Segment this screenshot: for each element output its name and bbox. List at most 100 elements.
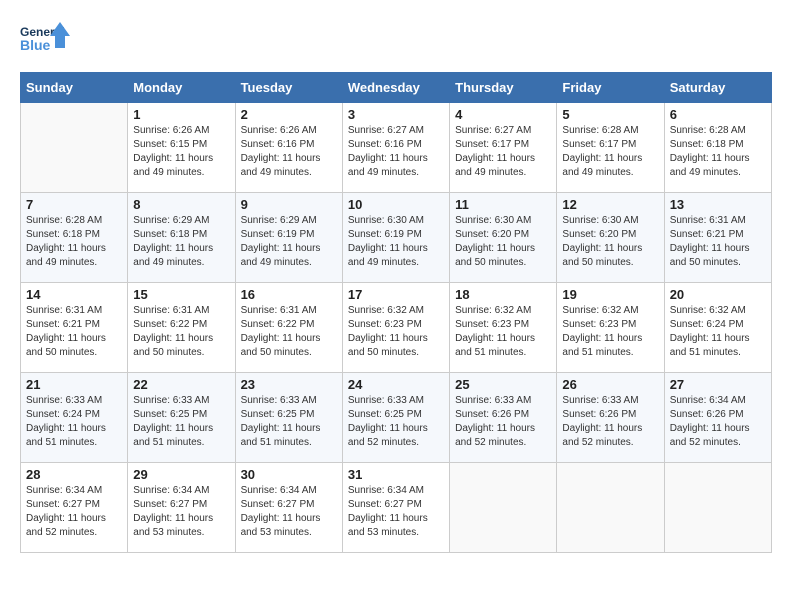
weekday-header-row: SundayMondayTuesdayWednesdayThursdayFrid… bbox=[21, 73, 772, 103]
day-number: 4 bbox=[455, 107, 551, 122]
calendar-cell: 29 Sunrise: 6:34 AMSunset: 6:27 PMDayligh… bbox=[128, 463, 235, 553]
day-info: Sunrise: 6:34 AMSunset: 6:27 PMDaylight:… bbox=[26, 484, 122, 540]
day-info: Sunrise: 6:30 AMSunset: 6:20 PMDaylight:… bbox=[455, 214, 551, 270]
calendar-cell: 11 Sunrise: 6:30 AMSunset: 6:20 PMDayligh… bbox=[450, 193, 557, 283]
svg-text:Blue: Blue bbox=[20, 37, 51, 53]
calendar-cell: 24Sunrise: 6:33 AMSunset: 6:25 PMDayligh… bbox=[342, 373, 449, 463]
day-info: Sunrise: 6:34 AMSunset: 6:27 PMDaylight:… bbox=[133, 484, 229, 540]
calendar-cell: 17Sunrise: 6:32 AMSunset: 6:23 PMDayligh… bbox=[342, 283, 449, 373]
day-number: 8 bbox=[133, 197, 229, 212]
day-number: 11 bbox=[455, 197, 551, 212]
day-info: Sunrise: 6:27 AMSunset: 6:17 PMDaylight:… bbox=[455, 124, 551, 180]
day-number: 12 bbox=[562, 197, 658, 212]
day-info: Sunrise: 6:32 AMSunset: 6:24 PMDaylight:… bbox=[670, 304, 766, 360]
day-number: 1 bbox=[133, 107, 229, 122]
day-info: Sunrise: 6:32 AMSunset: 6:23 PMDaylight:… bbox=[348, 304, 444, 360]
day-info: Sunrise: 6:33 AMSunset: 6:24 PMDaylight:… bbox=[26, 394, 122, 450]
day-number: 23 bbox=[241, 377, 337, 392]
day-number: 26 bbox=[562, 377, 658, 392]
calendar-cell: 6 Sunrise: 6:28 AMSunset: 6:18 PMDaylight… bbox=[664, 103, 771, 193]
calendar-cell: 9 Sunrise: 6:29 AMSunset: 6:19 PMDaylight… bbox=[235, 193, 342, 283]
calendar-cell: 15 Sunrise: 6:31 AMSunset: 6:22 PMDayligh… bbox=[128, 283, 235, 373]
calendar-cell: 31Sunrise: 6:34 AMSunset: 6:27 PMDayligh… bbox=[342, 463, 449, 553]
day-number: 6 bbox=[670, 107, 766, 122]
day-info: Sunrise: 6:30 AMSunset: 6:20 PMDaylight:… bbox=[562, 214, 658, 270]
calendar-cell: 5Sunrise: 6:28 AMSunset: 6:17 PMDaylight… bbox=[557, 103, 664, 193]
day-info: Sunrise: 6:31 AMSunset: 6:22 PMDaylight:… bbox=[133, 304, 229, 360]
calendar-cell bbox=[450, 463, 557, 553]
day-info: Sunrise: 6:28 AMSunset: 6:17 PMDaylight:… bbox=[562, 124, 658, 180]
day-number: 30 bbox=[241, 467, 337, 482]
calendar-week-4: 21Sunrise: 6:33 AMSunset: 6:24 PMDayligh… bbox=[21, 373, 772, 463]
day-info: Sunrise: 6:34 AMSunset: 6:26 PMDaylight:… bbox=[670, 394, 766, 450]
day-number: 3 bbox=[348, 107, 444, 122]
day-info: Sunrise: 6:32 AMSunset: 6:23 PMDaylight:… bbox=[455, 304, 551, 360]
calendar-cell: 7 Sunrise: 6:28 AMSunset: 6:18 PMDaylight… bbox=[21, 193, 128, 283]
calendar-cell: 28 Sunrise: 6:34 AMSunset: 6:27 PMDayligh… bbox=[21, 463, 128, 553]
logo: General Blue bbox=[20, 20, 70, 62]
calendar-cell: 3 Sunrise: 6:27 AMSunset: 6:16 PMDaylight… bbox=[342, 103, 449, 193]
calendar-cell: 1 Sunrise: 6:26 AMSunset: 6:15 PMDaylight… bbox=[128, 103, 235, 193]
calendar-cell: 8 Sunrise: 6:29 AMSunset: 6:18 PMDaylight… bbox=[128, 193, 235, 283]
weekday-sunday: Sunday bbox=[21, 73, 128, 103]
calendar-cell: 4 Sunrise: 6:27 AMSunset: 6:17 PMDaylight… bbox=[450, 103, 557, 193]
calendar-header: SundayMondayTuesdayWednesdayThursdayFrid… bbox=[21, 73, 772, 103]
day-info: Sunrise: 6:33 AMSunset: 6:25 PMDaylight:… bbox=[241, 394, 337, 450]
day-info: Sunrise: 6:30 AMSunset: 6:19 PMDaylight:… bbox=[348, 214, 444, 270]
calendar-cell: 19 Sunrise: 6:32 AMSunset: 6:23 PMDayligh… bbox=[557, 283, 664, 373]
calendar-cell: 30 Sunrise: 6:34 AMSunset: 6:27 PMDayligh… bbox=[235, 463, 342, 553]
weekday-friday: Friday bbox=[557, 73, 664, 103]
day-info: Sunrise: 6:28 AMSunset: 6:18 PMDaylight:… bbox=[26, 214, 122, 270]
day-number: 15 bbox=[133, 287, 229, 302]
day-info: Sunrise: 6:26 AMSunset: 6:16 PMDaylight:… bbox=[241, 124, 337, 180]
calendar-cell bbox=[664, 463, 771, 553]
calendar-cell: 27 Sunrise: 6:34 AMSunset: 6:26 PMDayligh… bbox=[664, 373, 771, 463]
day-number: 2 bbox=[241, 107, 337, 122]
day-info: Sunrise: 6:31 AMSunset: 6:22 PMDaylight:… bbox=[241, 304, 337, 360]
calendar-cell: 14 Sunrise: 6:31 AMSunset: 6:21 PMDayligh… bbox=[21, 283, 128, 373]
day-number: 20 bbox=[670, 287, 766, 302]
weekday-wednesday: Wednesday bbox=[342, 73, 449, 103]
day-number: 14 bbox=[26, 287, 122, 302]
calendar-cell: 22 Sunrise: 6:33 AMSunset: 6:25 PMDayligh… bbox=[128, 373, 235, 463]
weekday-saturday: Saturday bbox=[664, 73, 771, 103]
calendar-table: SundayMondayTuesdayWednesdayThursdayFrid… bbox=[20, 72, 772, 553]
day-number: 27 bbox=[670, 377, 766, 392]
calendar-week-1: 1 Sunrise: 6:26 AMSunset: 6:15 PMDaylight… bbox=[21, 103, 772, 193]
calendar-cell: 10 Sunrise: 6:30 AMSunset: 6:19 PMDayligh… bbox=[342, 193, 449, 283]
day-info: Sunrise: 6:32 AMSunset: 6:23 PMDaylight:… bbox=[562, 304, 658, 360]
day-info: Sunrise: 6:33 AMSunset: 6:25 PMDaylight:… bbox=[348, 394, 444, 450]
calendar-cell: 25Sunrise: 6:33 AMSunset: 6:26 PMDayligh… bbox=[450, 373, 557, 463]
day-number: 28 bbox=[26, 467, 122, 482]
day-info: Sunrise: 6:29 AMSunset: 6:18 PMDaylight:… bbox=[133, 214, 229, 270]
page-header: General Blue bbox=[20, 20, 772, 62]
day-info: Sunrise: 6:27 AMSunset: 6:16 PMDaylight:… bbox=[348, 124, 444, 180]
calendar-cell: 16Sunrise: 6:31 AMSunset: 6:22 PMDayligh… bbox=[235, 283, 342, 373]
calendar-week-3: 14 Sunrise: 6:31 AMSunset: 6:21 PMDayligh… bbox=[21, 283, 772, 373]
day-info: Sunrise: 6:26 AMSunset: 6:15 PMDaylight:… bbox=[133, 124, 229, 180]
calendar-week-2: 7 Sunrise: 6:28 AMSunset: 6:18 PMDaylight… bbox=[21, 193, 772, 283]
calendar-cell: 13Sunrise: 6:31 AMSunset: 6:21 PMDayligh… bbox=[664, 193, 771, 283]
calendar-cell: 12 Sunrise: 6:30 AMSunset: 6:20 PMDayligh… bbox=[557, 193, 664, 283]
calendar-cell bbox=[21, 103, 128, 193]
day-info: Sunrise: 6:28 AMSunset: 6:18 PMDaylight:… bbox=[670, 124, 766, 180]
day-number: 9 bbox=[241, 197, 337, 212]
day-number: 10 bbox=[348, 197, 444, 212]
day-info: Sunrise: 6:33 AMSunset: 6:25 PMDaylight:… bbox=[133, 394, 229, 450]
day-number: 25 bbox=[455, 377, 551, 392]
day-info: Sunrise: 6:31 AMSunset: 6:21 PMDaylight:… bbox=[26, 304, 122, 360]
day-info: Sunrise: 6:34 AMSunset: 6:27 PMDaylight:… bbox=[348, 484, 444, 540]
day-number: 22 bbox=[133, 377, 229, 392]
day-number: 29 bbox=[133, 467, 229, 482]
calendar-week-5: 28 Sunrise: 6:34 AMSunset: 6:27 PMDayligh… bbox=[21, 463, 772, 553]
day-info: Sunrise: 6:34 AMSunset: 6:27 PMDaylight:… bbox=[241, 484, 337, 540]
day-info: Sunrise: 6:29 AMSunset: 6:19 PMDaylight:… bbox=[241, 214, 337, 270]
weekday-tuesday: Tuesday bbox=[235, 73, 342, 103]
calendar-cell: 21Sunrise: 6:33 AMSunset: 6:24 PMDayligh… bbox=[21, 373, 128, 463]
calendar-cell: 20 Sunrise: 6:32 AMSunset: 6:24 PMDayligh… bbox=[664, 283, 771, 373]
day-number: 13 bbox=[670, 197, 766, 212]
calendar-cell: 23 Sunrise: 6:33 AMSunset: 6:25 PMDayligh… bbox=[235, 373, 342, 463]
day-number: 7 bbox=[26, 197, 122, 212]
calendar-cell bbox=[557, 463, 664, 553]
day-number: 19 bbox=[562, 287, 658, 302]
